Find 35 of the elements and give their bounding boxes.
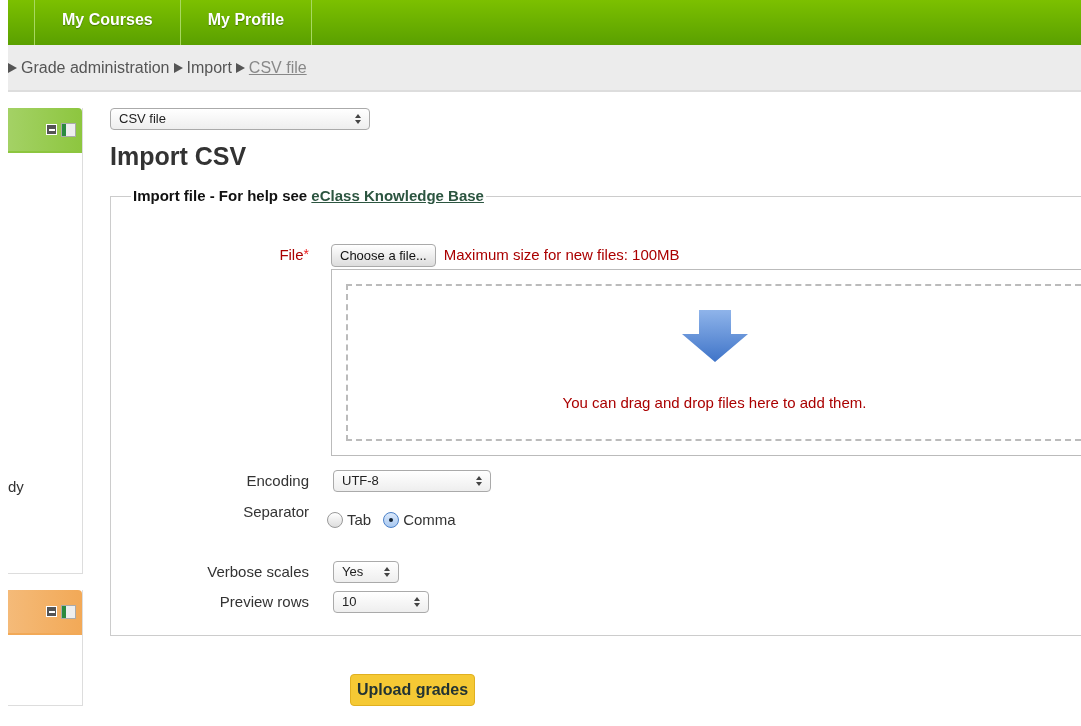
minimize-icon[interactable]	[46, 606, 57, 617]
field-label: Separator	[242, 501, 310, 522]
page-heading: Import CSV	[110, 141, 248, 171]
dock-icon[interactable]	[61, 122, 76, 137]
breadcrumb-item[interactable]: Grade administration	[21, 55, 170, 80]
select-arrows-icon	[414, 596, 420, 607]
dropdown-select[interactable]: Yes	[333, 561, 399, 583]
down-arrow-icon	[681, 310, 748, 362]
fieldset-legend: Import file - For help see eClass Knowledge Base	[131, 185, 486, 208]
choose-file-button[interactable]: Choose a file...	[331, 243, 436, 267]
select-arrows-icon	[355, 114, 361, 124]
dropzone[interactable]: You can drag and drop files here to add them.	[331, 269, 1081, 456]
dropdown-select[interactable]: UTF-8	[333, 470, 491, 492]
breadcrumb-separator-icon	[235, 62, 245, 73]
size-note: Maximum size for new files: 100MB	[443, 245, 680, 265]
select-arrows-icon	[384, 567, 390, 577]
dropdown-select[interactable]: 10	[333, 590, 429, 613]
import-type-select[interactable]: CSV file	[110, 108, 370, 130]
block-text: dy	[8, 478, 24, 495]
select-arrows-icon	[476, 476, 482, 486]
breadcrumb-separator-icon	[8, 62, 17, 73]
field-label: Encoding	[245, 471, 310, 491]
breadcrumb-separator-icon	[173, 62, 183, 73]
radio-option[interactable]: Comma	[383, 508, 456, 531]
breadcrumb-item[interactable]: Import	[186, 55, 232, 80]
radio-option[interactable]: Tab	[327, 508, 372, 531]
dropzone-text: You can drag and drop files here to add them.	[562, 393, 867, 413]
required-mark: *	[303, 245, 309, 262]
minimize-icon[interactable]	[46, 124, 57, 135]
field-label: Preview rows	[218, 591, 310, 612]
field-label: Verbose scales	[206, 562, 310, 582]
upload-button[interactable]: Upload grades	[350, 674, 476, 706]
field-label: File*	[278, 244, 310, 265]
help-link[interactable]: eClass Knowledge Base	[311, 187, 484, 204]
dock-icon[interactable]	[61, 604, 76, 619]
